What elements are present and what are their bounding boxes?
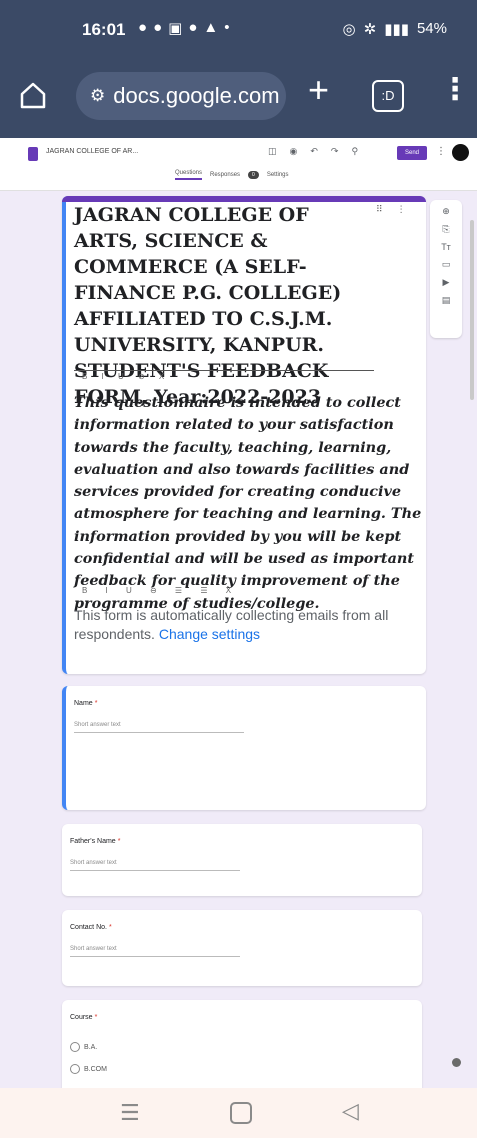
notification-icons: ● ● ▣ ● ▲ •: [138, 19, 230, 37]
radio-circle-icon[interactable]: [70, 1042, 80, 1052]
message-icon: ▣: [168, 20, 183, 37]
battery-level: 54%: [416, 20, 447, 37]
short-answer-field[interactable]: Short answer text: [70, 946, 240, 957]
help-icon[interactable]: [452, 1058, 461, 1067]
add-image-icon[interactable]: ▭: [442, 259, 451, 270]
status-time: 16:01: [82, 20, 126, 39]
system-icons: ◎ ✲ ▮▮▮ 54%: [343, 20, 447, 38]
question-card-contact-no[interactable]: Contact No. * Short answer text: [62, 910, 422, 986]
floating-toolbar: ⊕ ⎘ Tт ▭ ▶ ▤: [430, 200, 462, 338]
description-format-toolbar[interactable]: B I U ⊖ ☰ ☰ X: [82, 586, 239, 595]
question-card-name[interactable]: Name * Short answer text: [62, 686, 426, 810]
app-icon: ●: [188, 19, 198, 36]
alarm-icon: ◎: [342, 21, 356, 38]
radio-option[interactable]: B.COM: [70, 1064, 107, 1074]
email-collection-note: This form is automatically collecting em…: [74, 606, 422, 644]
redo-icon[interactable]: ↷: [331, 146, 339, 157]
preview-icon[interactable]: ◉: [290, 146, 298, 157]
title-format-toolbar[interactable]: B I U ⊘ X: [82, 372, 170, 381]
site-settings-icon[interactable]: ⚙: [90, 86, 105, 106]
url-text: docs.google.com: [113, 83, 280, 108]
tab-responses[interactable]: Responses: [210, 172, 240, 178]
add-question-icon[interactable]: ⊕: [442, 206, 450, 217]
hotspot-icon: ✲: [363, 21, 377, 38]
home-icon[interactable]: [18, 80, 48, 110]
back-icon[interactable]: ◁: [342, 1098, 359, 1124]
dot-icon: •: [224, 19, 230, 36]
recent-apps-icon[interactable]: ☰: [120, 1100, 140, 1126]
required-asterisk: *: [108, 924, 112, 931]
change-settings-link[interactable]: Change settings: [159, 626, 260, 642]
question-label: Father's Name *: [70, 838, 121, 845]
avatar[interactable]: [452, 144, 469, 161]
forms-header: JAGRAN COLLEGE OF AR... ◫ ◉ ↶ ↷ ⚲ Send ⋮…: [0, 138, 477, 191]
navigation-bar: ☰ ◁: [0, 1088, 477, 1138]
short-answer-field[interactable]: Short answer text: [70, 860, 240, 871]
send-button[interactable]: Send: [397, 146, 427, 160]
signal-icon: ▮▮▮: [384, 21, 409, 38]
required-asterisk: *: [94, 700, 98, 707]
status-bar: 16:01 ● ● ▣ ● ▲ • ◎ ✲ ▮▮▮ 54%: [0, 0, 477, 58]
responses-count-badge: 0: [248, 171, 259, 179]
address-bar[interactable]: ⚙ docs.google.com: [76, 72, 286, 120]
question-label: Course *: [70, 1014, 98, 1021]
link-icon[interactable]: ⚲: [351, 146, 358, 157]
more-options-icon[interactable]: ⋮: [436, 146, 446, 157]
question-label: Name *: [74, 700, 98, 707]
form-tabs: Questions Responses 0 Settings: [175, 170, 289, 180]
form-description[interactable]: This questionnaire is intended to collec…: [74, 392, 422, 615]
palette-icon[interactable]: ◫: [268, 146, 277, 157]
required-asterisk: *: [117, 838, 121, 845]
drive-icon: ▲: [203, 19, 219, 36]
form-header-card[interactable]: JAGRAN COLLEGE OF ARTS, SCIENCE & COMMER…: [62, 196, 426, 674]
question-card-fathers-name[interactable]: Father's Name * Short answer text: [62, 824, 422, 896]
browser-menu-icon[interactable]: ⋮: [440, 72, 470, 107]
document-title[interactable]: JAGRAN COLLEGE OF AR...: [46, 148, 138, 155]
header-tools: ◫ ◉ ↶ ↷ ⚲: [268, 146, 358, 157]
short-answer-field[interactable]: Short answer text: [74, 722, 244, 733]
image-icon[interactable]: ⠿: [376, 204, 383, 215]
undo-icon[interactable]: ↶: [310, 146, 318, 157]
radio-option[interactable]: B.A.: [70, 1042, 97, 1052]
add-title-icon[interactable]: Tт: [441, 242, 451, 252]
title-card-actions: ⠿ ⋮: [376, 204, 406, 215]
browser-toolbar: ⚙ docs.google.com + :D ⋮: [0, 58, 477, 138]
required-asterisk: *: [94, 1014, 98, 1021]
question-card-course[interactable]: Course * B.A. B.COM: [62, 1000, 422, 1088]
new-tab-button[interactable]: +: [308, 70, 329, 110]
more-vert-icon[interactable]: ⋮: [397, 204, 406, 215]
whatsapp-icon: ●: [153, 19, 163, 36]
chrome-icon: ●: [138, 19, 148, 36]
forms-logo-icon[interactable]: [28, 147, 38, 161]
add-section-icon[interactable]: ▤: [442, 295, 451, 306]
title-underline: [74, 370, 374, 371]
tab-switcher-button[interactable]: :D: [372, 80, 404, 112]
radio-circle-icon[interactable]: [70, 1064, 80, 1074]
add-video-icon[interactable]: ▶: [443, 277, 450, 288]
home-button-icon[interactable]: [230, 1102, 252, 1124]
import-questions-icon[interactable]: ⎘: [442, 224, 449, 235]
scrollbar[interactable]: [470, 220, 474, 400]
question-label: Contact No. *: [70, 924, 112, 931]
tab-questions[interactable]: Questions: [175, 170, 203, 180]
tab-settings[interactable]: Settings: [267, 172, 289, 178]
